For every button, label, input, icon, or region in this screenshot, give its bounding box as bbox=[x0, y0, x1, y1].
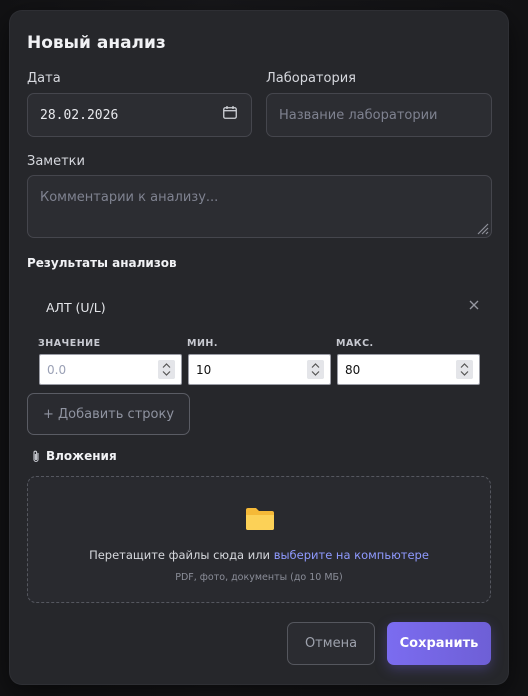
lab-input[interactable]: Название лаборатории bbox=[266, 93, 492, 137]
drop-hint: PDF, фото, документы (до 10 МБ) bbox=[175, 572, 343, 583]
spinner-icon[interactable] bbox=[307, 360, 324, 379]
resize-grip-icon[interactable] bbox=[475, 221, 489, 235]
drop-instructions: Перетащите файлы сюда или выберите на ко… bbox=[28, 548, 490, 562]
dialog-title: Новый анализ bbox=[27, 33, 166, 53]
notes-placeholder: Комментарии к анализу... bbox=[40, 190, 219, 205]
add-row-button[interactable]: + Добавить строку bbox=[27, 393, 190, 435]
new-analysis-dialog: Новый анализ Дата 28.02.2026 Лаборатория… bbox=[10, 11, 508, 684]
spinner-icon[interactable] bbox=[158, 360, 175, 379]
result-row: АЛТ (U/L) ЗНАЧЕНИЕ 0.0 МИН. 10 МАКС. 80 bbox=[27, 287, 491, 391]
result-row-name: АЛТ (U/L) bbox=[46, 300, 106, 315]
spinner-icon[interactable] bbox=[456, 360, 473, 379]
value-placeholder: 0.0 bbox=[47, 362, 67, 377]
calendar-icon[interactable] bbox=[223, 106, 237, 119]
cancel-button[interactable]: Отмена bbox=[287, 622, 375, 665]
attachments-heading: Вложения bbox=[31, 449, 117, 463]
results-heading: Результаты анализов bbox=[27, 256, 177, 270]
min-value: 10 bbox=[196, 362, 212, 377]
value-label: ЗНАЧЕНИЕ bbox=[38, 338, 101, 349]
close-icon[interactable] bbox=[467, 298, 481, 312]
lab-placeholder: Название лаборатории bbox=[279, 107, 438, 123]
date-value: 28.02.2026 bbox=[40, 107, 119, 123]
lab-label: Лаборатория bbox=[266, 71, 356, 86]
date-label: Дата bbox=[27, 71, 61, 86]
folder-icon bbox=[246, 508, 274, 530]
date-input[interactable]: 28.02.2026 bbox=[27, 93, 252, 137]
min-input[interactable]: 10 bbox=[188, 354, 331, 385]
browse-files-link[interactable]: выберите на компьютере bbox=[274, 548, 429, 562]
max-label: МАКС. bbox=[336, 338, 374, 349]
paperclip-icon bbox=[33, 450, 39, 462]
min-label: МИН. bbox=[187, 338, 218, 349]
value-input[interactable]: 0.0 bbox=[39, 354, 182, 385]
file-dropzone[interactable]: Перетащите файлы сюда или выберите на ко… bbox=[27, 476, 491, 603]
attachments-heading-text: Вложения bbox=[46, 449, 117, 463]
notes-textarea[interactable]: Комментарии к анализу... bbox=[27, 175, 492, 238]
drop-text: Перетащите файлы сюда или bbox=[89, 548, 271, 562]
max-value: 80 bbox=[345, 362, 361, 377]
notes-label: Заметки bbox=[27, 154, 85, 169]
max-input[interactable]: 80 bbox=[337, 354, 480, 385]
save-button[interactable]: Сохранить bbox=[387, 622, 491, 665]
